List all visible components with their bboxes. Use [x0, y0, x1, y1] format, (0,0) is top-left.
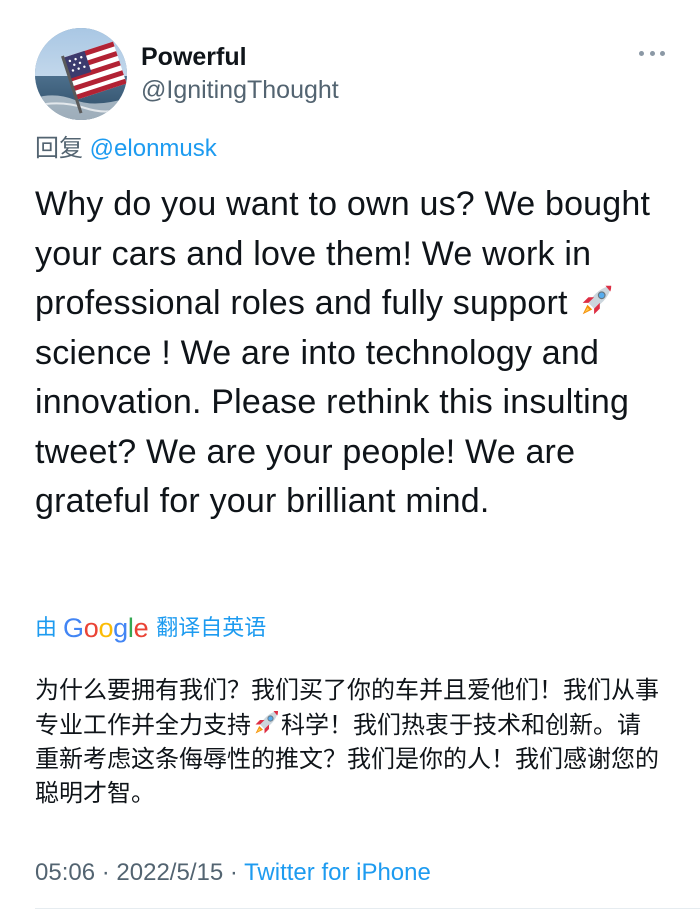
- google-letter: e: [133, 613, 149, 643]
- tweet-text-part2: science ! We are into technology and inn…: [35, 333, 630, 521]
- tweet-text-part1: Why do you want to own us? We bought you…: [35, 185, 651, 322]
- tweet-meta: 05:06 · 2022/5/15 · Twitter for iPhone: [35, 858, 431, 888]
- more-dot: [660, 50, 665, 56]
- user-handle[interactable]: @IgnitingThought: [141, 74, 339, 106]
- meta-separator: ·: [101, 859, 110, 886]
- translated-text: 为什么要拥有我们？我们买了你的车并且爱他们！我们从事专业工作并全力支持 科学！我…: [35, 674, 660, 811]
- meta-separator: ·: [229, 859, 238, 886]
- google-logo: Google: [63, 613, 149, 643]
- replying-to: 回复 @elonmusk: [35, 134, 217, 164]
- google-letter: o: [98, 613, 114, 643]
- translated-from-english-link[interactable]: 翻译自英语: [156, 613, 266, 643]
- more-dot: [639, 50, 644, 56]
- display-name[interactable]: Powerful: [141, 42, 339, 72]
- tweet-date[interactable]: 2022/5/15: [116, 859, 223, 886]
- reply-prefix: 回复: [35, 135, 83, 162]
- tweet-source-link[interactable]: Twitter for iPhone: [244, 859, 431, 886]
- translation-attribution: 由 Google 翻译自英语: [35, 613, 266, 643]
- google-letter: o: [83, 613, 99, 643]
- translated-by-label: 由: [35, 615, 58, 640]
- google-letter: g: [113, 613, 128, 643]
- tweet-header: Powerful @IgnitingThought: [35, 28, 675, 123]
- reply-handle-link[interactable]: @elonmusk: [90, 135, 217, 162]
- avatar[interactable]: [35, 28, 127, 120]
- flag-avatar-image: [35, 28, 127, 120]
- user-names: Powerful @IgnitingThought: [141, 42, 339, 106]
- tweet-time[interactable]: 05:06: [35, 859, 95, 886]
- rocket-emoji-icon: [255, 711, 278, 734]
- divider: [35, 908, 700, 909]
- rocket-emoji-icon: [582, 285, 612, 315]
- more-dot: [649, 50, 655, 56]
- more-horizontal-icon[interactable]: [639, 48, 665, 58]
- tweet-body: Why do you want to own us? We bought you…: [35, 180, 665, 527]
- google-letter: G: [63, 613, 84, 643]
